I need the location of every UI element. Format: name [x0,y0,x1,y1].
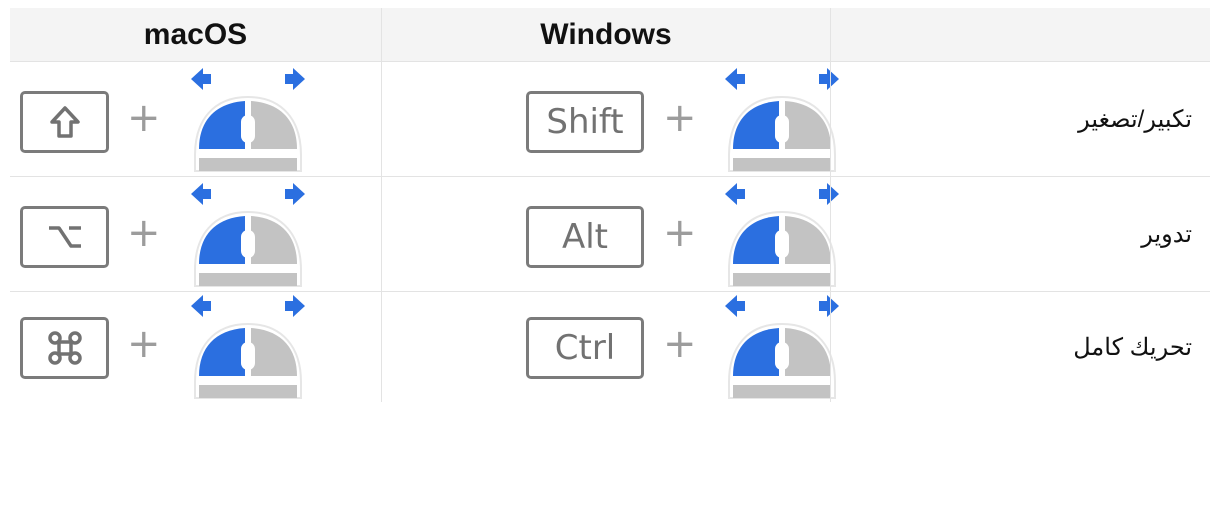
shift-arrow-icon [49,106,80,138]
macos-shortcut-cell: + [10,62,381,176]
plus-sign: + [663,321,697,367]
alt-key: Alt [526,206,644,268]
mouse-left-drag-icon [190,182,306,287]
mouse-left-drag-icon [724,67,840,172]
plus-sign: + [127,210,161,256]
table-header-row: macOS Windows [10,8,1210,62]
plus-sign: + [663,95,697,141]
plus-sign: + [127,95,161,141]
windows-shortcut-cell: Alt + [381,177,840,291]
command-key-icon [47,331,82,365]
plus-sign: + [127,321,161,367]
mouse-left-drag-icon [190,67,306,172]
table-row-zoom: + Shift + تكبير/تصغير [10,62,1210,177]
table-row-pan: + Ctrl + تحريك كامل [10,292,1210,402]
header-macos: macOS [143,17,248,51]
plus-sign: + [663,210,697,256]
command-key [20,317,109,379]
table-row-rotate: + Alt + تدوير [10,177,1210,292]
shift-key [20,91,109,153]
ctrl-key: Ctrl [526,317,644,379]
header-action [830,8,1210,61]
option-key [20,206,109,268]
action-label-rotate: تدوير [1141,220,1192,248]
action-label-zoom: تكبير/تصغير [1078,105,1192,133]
option-key-icon [48,226,81,248]
macos-shortcut-cell: + [10,292,381,402]
header-windows: Windows [381,8,830,61]
action-cell: تحريك كامل [830,292,1210,402]
windows-shortcut-cell: Shift + [381,62,840,176]
shift-key: Shift [526,91,644,153]
mouse-left-drag-icon [724,294,840,399]
action-cell: تكبير/تصغير [830,62,1210,176]
mouse-left-drag-icon [190,294,306,399]
shortcut-table: macOS Windows + Shift + تكبير/تصغير + Al… [10,8,1210,402]
action-label-pan: تحريك كامل [1073,333,1192,361]
mouse-left-drag-icon [724,182,840,287]
windows-shortcut-cell: Ctrl + [381,292,840,402]
macos-shortcut-cell: + [10,177,381,291]
action-cell: تدوير [830,177,1210,291]
